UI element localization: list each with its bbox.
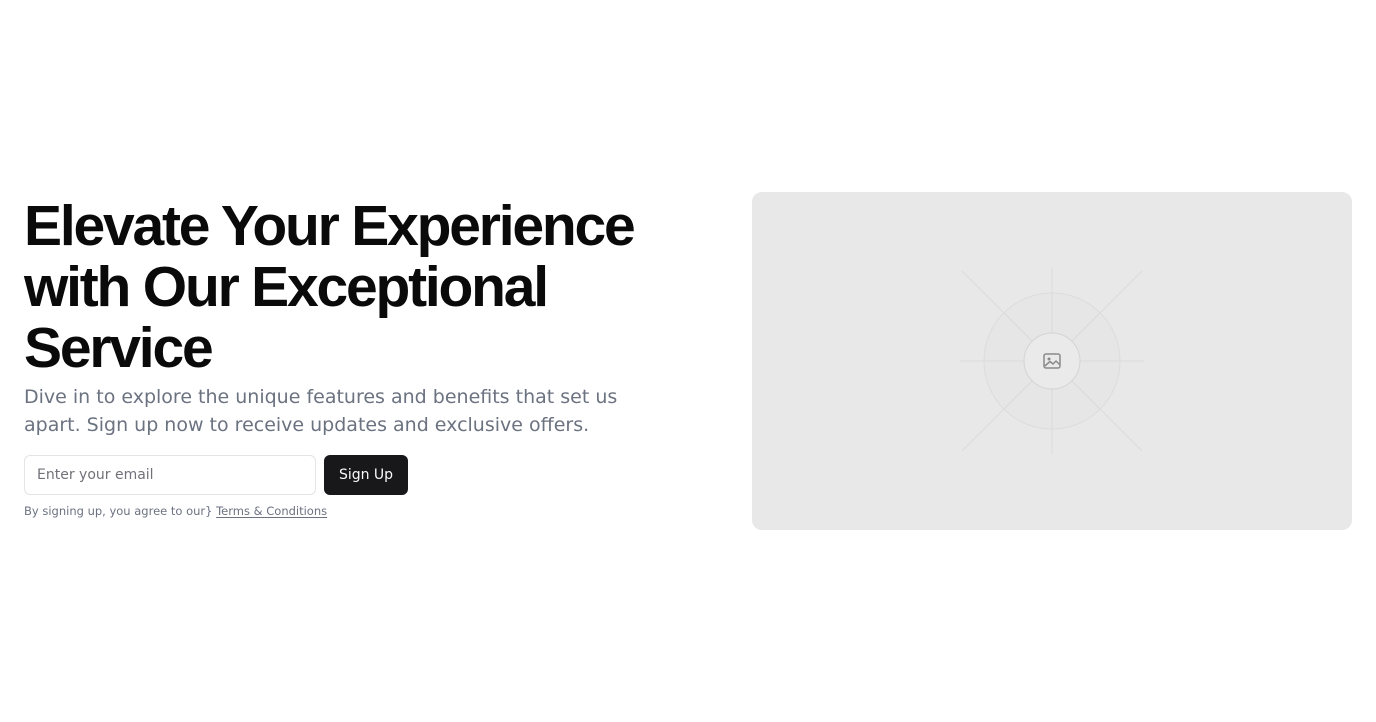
image-placeholder xyxy=(752,192,1352,530)
signup-form: Sign Up xyxy=(24,455,704,495)
hero-content: Elevate Your Experience with Our Excepti… xyxy=(24,196,704,518)
terms-link[interactable]: Terms & Conditions xyxy=(216,504,327,518)
email-input[interactable] xyxy=(24,455,316,495)
hero-headline: Elevate Your Experience with Our Excepti… xyxy=(24,194,636,380)
hero-subtext: Dive in to explore the unique features a… xyxy=(24,386,618,436)
sign-up-button[interactable]: Sign Up xyxy=(324,455,408,495)
legal-notice-text: By signing up, you agree to our} xyxy=(24,504,213,518)
hero-section: Elevate Your Experience with Our Excepti… xyxy=(0,0,1376,722)
legal-notice: By signing up, you agree to our} Terms &… xyxy=(24,504,704,518)
image-icon xyxy=(1043,353,1061,369)
